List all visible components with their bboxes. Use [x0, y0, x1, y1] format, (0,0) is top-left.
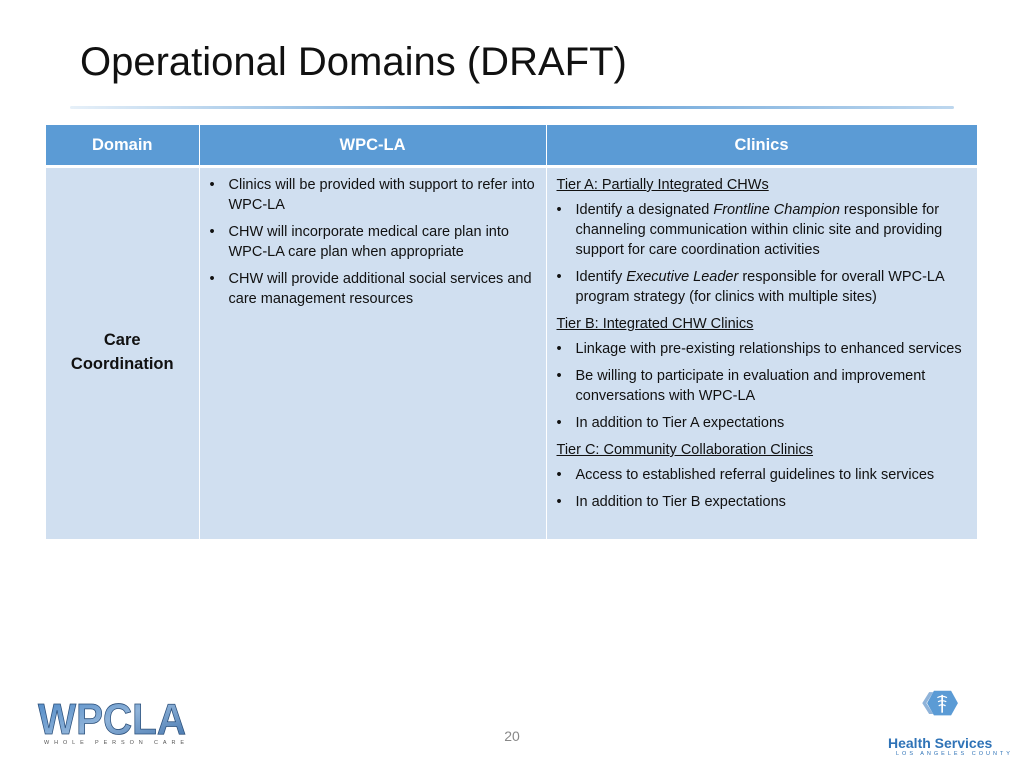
list-item: CHW will incorporate medical care plan i…	[210, 222, 536, 262]
tier-c-list: Access to established referral guideline…	[557, 465, 967, 512]
table-header-row: Domain WPC-LA Clinics	[46, 125, 978, 167]
tier-a-heading: Tier A: Partially Integrated CHWs	[556, 177, 769, 193]
list-item: Be willing to participate in evaluation …	[557, 366, 967, 406]
list-item: In addition to Tier B expectations	[557, 492, 967, 512]
list-item: Access to established referral guideline…	[557, 465, 967, 485]
list-item-text: Identify a designated	[575, 202, 714, 218]
list-item: Linkage with pre-existing relationships …	[557, 339, 967, 359]
header-domain: Domain	[46, 125, 200, 167]
list-item: In addition to Tier A expectations	[557, 413, 967, 433]
list-item-emphasis: Frontline Champion	[713, 202, 840, 218]
wpc-la-list: Clinics will be provided with support to…	[210, 175, 536, 309]
tier-b-list: Linkage with pre-existing relationships …	[557, 339, 967, 433]
domain-cell: Care Coordination	[46, 165, 200, 539]
list-item-text: Identify	[575, 269, 627, 285]
list-item: CHW will provide additional social servi…	[210, 269, 536, 309]
health-services-logo-text: Health Services	[888, 735, 993, 751]
list-item: Identify a designated Frontline Champion…	[557, 200, 967, 260]
tier-c-heading: Tier C: Community Collaboration Clinics	[556, 442, 814, 458]
wpc-la-cell: Clinics will be provided with support to…	[199, 165, 547, 539]
page-number: 20	[504, 728, 520, 744]
domains-table: Domain WPC-LA Clinics Care Coordination …	[46, 125, 978, 539]
clinics-cell: Tier A: Partially Integrated CHWs Identi…	[546, 165, 978, 539]
tier-a-list: Identify a designated Frontline Champion…	[557, 200, 967, 307]
health-services-emblem-icon	[922, 690, 958, 716]
header-wpc-la: WPC-LA	[199, 125, 547, 167]
tier-b-heading: Tier B: Integrated CHW Clinics	[556, 316, 754, 332]
table-row: Care Coordination Clinics will be provid…	[46, 165, 978, 539]
title-divider	[70, 106, 954, 109]
list-item: Clinics will be provided with support to…	[210, 175, 536, 215]
list-item: Identify Executive Leader responsible fo…	[557, 267, 967, 307]
slide-title: Operational Domains (DRAFT)	[80, 40, 627, 84]
health-services-logo-subtitle: LOS ANGELES COUNTY	[896, 751, 1013, 757]
domain-label: Care Coordination	[70, 331, 174, 374]
header-clinics: Clinics	[546, 125, 978, 167]
list-item-emphasis: Executive Leader	[626, 269, 739, 285]
